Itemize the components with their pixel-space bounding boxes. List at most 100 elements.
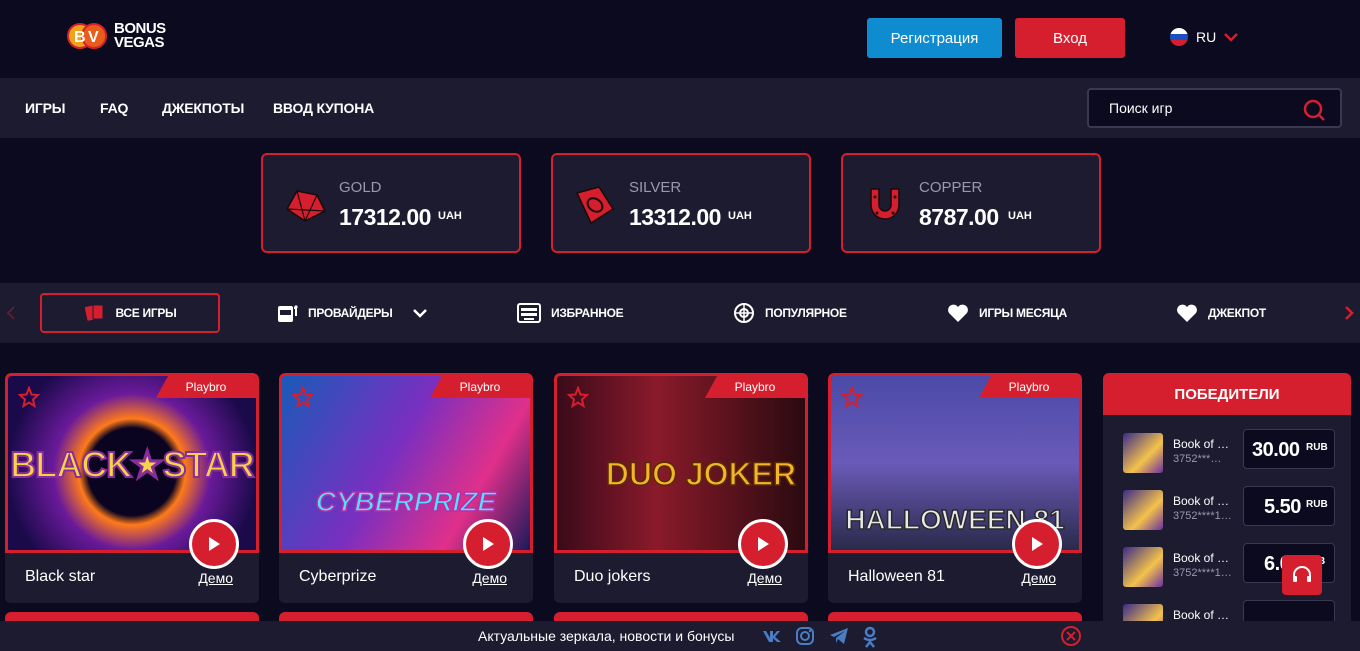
- game-card[interactable]: BLACK★STAR Playbro Black star Демо: [5, 373, 259, 603]
- heart-icon: [948, 304, 968, 322]
- language-selector[interactable]: RU: [1170, 28, 1239, 46]
- game-card[interactable]: CYBERPRIZE Playbro Cyberprize Демо: [279, 373, 533, 603]
- nav-item-games[interactable]: ИГРЫ: [25, 78, 65, 138]
- jackpot-value: 8787.00: [919, 204, 999, 230]
- cards-icon: [84, 304, 103, 321]
- winner-row[interactable]: Book of … 3752***… 30.00 RUB: [1123, 429, 1338, 477]
- winner-game-thumbnail: [1123, 490, 1163, 530]
- category-all-games[interactable]: ВСЕ ИГРЫ: [40, 293, 220, 333]
- winner-amount-box: 30.00 RUB: [1243, 429, 1335, 469]
- provider-badge: Playbro: [979, 376, 1079, 398]
- category-jackpot[interactable]: ДЖЕКПОТ: [1176, 293, 1266, 333]
- game-card[interactable]: DUO JOKER Playbro Duo jokers Демо: [554, 373, 808, 603]
- winner-currency: RUB: [1306, 499, 1328, 510]
- jackpot-label: GOLD: [339, 179, 382, 196]
- nav-item-faq[interactable]: FAQ: [100, 78, 128, 138]
- globe-icon: [734, 303, 754, 323]
- heart-icon: [1177, 304, 1197, 322]
- star-favorite-icon[interactable]: [841, 386, 863, 408]
- play-button[interactable]: [738, 519, 788, 569]
- play-button[interactable]: [463, 519, 513, 569]
- russia-flag-icon: [1170, 28, 1188, 46]
- jackpot-value: 17312.00: [339, 204, 431, 230]
- main-nav: ИГРЫ FAQ ДЖЕКПОТЫ ВВОД КУПОНА: [0, 78, 1360, 138]
- game-art-title: DUO JOKER: [605, 455, 797, 493]
- category-label: ПОПУЛЯРНОЕ: [765, 306, 847, 320]
- search-input[interactable]: [1109, 100, 1279, 116]
- winner-user: 3752***…: [1173, 453, 1222, 465]
- winner-game-thumbnail: [1123, 433, 1163, 473]
- category-games-of-month[interactable]: ИГРЫ МЕСЯЦА: [947, 293, 1067, 333]
- play-icon: [483, 537, 494, 551]
- demo-link[interactable]: Демо: [472, 570, 507, 586]
- slot-machine-icon: [278, 305, 298, 322]
- star-favorite-icon[interactable]: [18, 386, 40, 408]
- game-name: Cyberprize: [299, 568, 377, 585]
- chevron-left-icon[interactable]: [6, 305, 16, 321]
- chevron-right-icon[interactable]: [1344, 305, 1354, 321]
- horseshoe-icon: [870, 188, 900, 220]
- search-box: [1087, 88, 1342, 128]
- play-icon: [1032, 537, 1043, 551]
- winners-title: ПОБЕДИТЕЛИ: [1103, 373, 1351, 415]
- svg-text:V: V: [88, 29, 99, 46]
- svg-text:B: B: [74, 29, 86, 46]
- jackpot-currency: UAH: [438, 210, 462, 222]
- game-art-title: BLACK★STAR: [9, 443, 256, 486]
- play-icon: [758, 537, 769, 551]
- mirrors-text: Актуальные зеркала, новости и бонусы: [478, 628, 735, 644]
- login-button[interactable]: Вход: [1015, 18, 1125, 58]
- provider-badge: Playbro: [705, 376, 805, 398]
- jackpot-value: 13312.00: [629, 204, 721, 230]
- play-icon: [209, 537, 220, 551]
- jackpot-silver: SILVER 13312.00 UAH: [551, 153, 811, 253]
- instagram-icon[interactable]: [795, 626, 815, 646]
- ring-icon: [575, 186, 615, 225]
- odnoklassniki-icon[interactable]: [862, 626, 878, 648]
- category-label: ДЖЕКПОТ: [1208, 306, 1266, 320]
- game-name: Halloween 81: [848, 568, 945, 585]
- category-favorites[interactable]: ИЗБРАННОЕ: [517, 293, 624, 333]
- category-label: ИГРЫ МЕСЯЦА: [979, 306, 1067, 320]
- winner-game: Book of …: [1173, 437, 1230, 451]
- telegram-icon[interactable]: [828, 626, 850, 646]
- play-button[interactable]: [1012, 519, 1062, 569]
- nav-item-coupon[interactable]: ВВОД КУПОНА: [273, 78, 374, 138]
- demo-link[interactable]: Демо: [1021, 570, 1056, 586]
- category-providers[interactable]: ПРОВАЙДЕРЫ: [276, 293, 428, 333]
- category-label: ВСЕ ИГРЫ: [115, 306, 177, 320]
- support-chat-button[interactable]: [1282, 555, 1322, 595]
- game-name: Black star: [25, 568, 96, 585]
- logo-badge-icon: B V: [66, 20, 110, 52]
- chevron-down-icon: [413, 309, 428, 318]
- star-favorite-icon[interactable]: [292, 386, 314, 408]
- game-card[interactable]: HALLOWEEN 81 Playbro Halloween 81 Демо: [828, 373, 1082, 603]
- play-button[interactable]: [189, 519, 239, 569]
- winners-panel: ПОБЕДИТЕЛИ Book of … 3752***… 30.00 RUB …: [1103, 373, 1351, 651]
- jackpot-gold: GOLD 17312.00 UAH: [261, 153, 521, 253]
- demo-link[interactable]: Демо: [747, 570, 782, 586]
- close-icon[interactable]: [1060, 625, 1082, 647]
- winner-game-thumbnail: [1123, 547, 1163, 587]
- search-icon[interactable]: [1302, 98, 1326, 122]
- jackpot-label: SILVER: [629, 179, 682, 196]
- provider-badge: Playbro: [156, 376, 256, 398]
- star-favorite-icon[interactable]: [567, 386, 589, 408]
- register-button[interactable]: Регистрация: [867, 18, 1002, 58]
- header: B V BONUS VEGAS Регистрация Вход RU: [0, 0, 1360, 78]
- winner-amount-box: 5.50 RUB: [1243, 486, 1335, 526]
- jackpot-currency: UAH: [1008, 210, 1032, 222]
- keyboard-icon: [517, 303, 541, 323]
- category-label: ИЗБРАННОЕ: [551, 306, 624, 320]
- category-popular[interactable]: ПОПУЛЯРНОЕ: [733, 293, 847, 333]
- nav-item-jackpots[interactable]: ДЖЕКПОТЫ: [162, 78, 244, 138]
- winner-row[interactable]: Book of Su… 3752****1… 5.50 RUB: [1123, 486, 1338, 534]
- winner-game: Book of S…: [1173, 551, 1235, 565]
- category-label: ПРОВАЙДЕРЫ: [308, 306, 393, 320]
- provider-badge: Playbro: [430, 376, 530, 398]
- winner-game: Book of S…: [1173, 608, 1235, 622]
- demo-link[interactable]: Демо: [198, 570, 233, 586]
- winner-user: 3752****1…: [1173, 567, 1232, 579]
- logo[interactable]: B V BONUS VEGAS: [66, 20, 166, 52]
- vk-icon[interactable]: [762, 629, 784, 643]
